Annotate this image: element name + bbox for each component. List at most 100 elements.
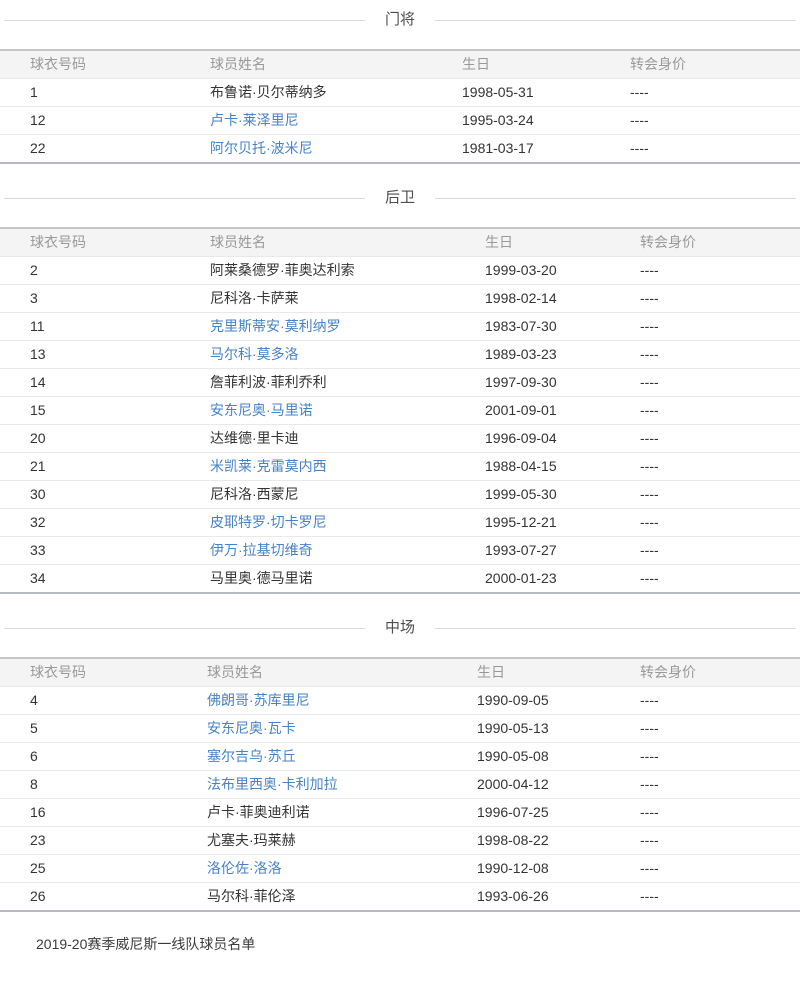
transfer-value-cell: ----	[630, 855, 800, 883]
transfer-value-cell: ----	[630, 715, 800, 743]
transfer-value-cell: ----	[620, 135, 800, 164]
transfer-value-cell: ----	[630, 743, 800, 771]
column-header-value: 转会身价	[630, 228, 800, 257]
transfer-value-cell: ----	[630, 285, 800, 313]
player-link[interactable]: 安东尼奥·马里诺	[210, 402, 313, 418]
player-link[interactable]: 米凯莱·克雷莫内西	[210, 458, 327, 474]
birthday-cell: 1995-03-24	[452, 107, 620, 135]
column-header-name: 球员姓名	[200, 228, 475, 257]
section-defenders: 后卫 球衣号码 球员姓名 生日 转会身价 2阿莱桑德罗·菲奥达利索1999-03…	[0, 190, 800, 594]
player-link[interactable]: 伊万·拉基切维奇	[210, 542, 313, 558]
birthday-cell: 1998-08-22	[467, 827, 630, 855]
player-row: 32皮耶特罗·切卡罗尼1995-12-21----	[0, 509, 800, 537]
player-name-cell: 詹菲利波·菲利乔利	[200, 369, 475, 397]
transfer-value-cell: ----	[630, 341, 800, 369]
section-title: 门将	[365, 12, 435, 28]
section-header: 后卫	[4, 190, 796, 206]
birthday-cell: 1990-05-13	[467, 715, 630, 743]
player-link[interactable]: 法布里西奥·卡利加拉	[207, 776, 338, 792]
jersey-number-cell: 3	[0, 285, 200, 313]
jersey-number-cell: 1	[0, 79, 200, 107]
player-link[interactable]: 卢卡·莱泽里尼	[210, 112, 299, 128]
transfer-value-cell: ----	[630, 257, 800, 285]
birthday-cell: 1998-02-14	[475, 285, 630, 313]
roster-table-midfielders: 球衣号码 球员姓名 生日 转会身价 4佛朗哥·苏库里尼1990-09-05---…	[0, 657, 800, 912]
player-link[interactable]: 阿尔贝托·波米尼	[210, 140, 313, 156]
roster-table-goalkeepers: 球衣号码 球员姓名 生日 转会身价 1布鲁诺·贝尔蒂纳多1998-05-31--…	[0, 49, 800, 164]
jersey-number-cell: 26	[0, 883, 197, 912]
transfer-value-cell: ----	[630, 883, 800, 912]
player-row: 2阿莱桑德罗·菲奥达利索1999-03-20----	[0, 257, 800, 285]
birthday-cell: 2000-04-12	[467, 771, 630, 799]
transfer-value-cell: ----	[630, 313, 800, 341]
birthday-cell: 1988-04-15	[475, 453, 630, 481]
player-name-cell: 阿尔贝托·波米尼	[200, 135, 452, 164]
column-header-name: 球员姓名	[197, 658, 467, 687]
section-header: 中场	[4, 620, 796, 636]
jersey-number-cell: 30	[0, 481, 200, 509]
transfer-value-cell: ----	[620, 107, 800, 135]
player-row: 20达维德·里卡迪1996-09-04----	[0, 425, 800, 453]
transfer-value-cell: ----	[630, 369, 800, 397]
player-row: 5 安东尼奥·瓦卡 1990-05-13----	[0, 715, 800, 743]
player-link[interactable]: 安东尼奥·瓦卡	[207, 720, 296, 736]
section-goalkeepers: 门将 球衣号码 球员姓名 生日 转会身价 1布鲁诺·贝尔蒂纳多1998-05-3…	[0, 12, 800, 164]
player-name-cell: 伊万·拉基切维奇	[200, 537, 475, 565]
jersey-number-cell: 15	[0, 397, 200, 425]
birthday-cell: 1993-07-27	[475, 537, 630, 565]
player-link[interactable]: 塞尔吉乌·苏丘	[207, 748, 296, 764]
player-row: 3尼科洛·卡萨莱1998-02-14----	[0, 285, 800, 313]
birthday-cell: 1990-05-08	[467, 743, 630, 771]
player-row: 26马尔科·菲伦泽1993-06-26----	[0, 883, 800, 912]
player-name-cell: 尤塞夫·玛莱赫	[197, 827, 467, 855]
roster-page: 门将 球衣号码 球员姓名 生日 转会身价 1布鲁诺·贝尔蒂纳多1998-05-3…	[0, 12, 800, 953]
column-header-jersey: 球衣号码	[0, 50, 200, 79]
jersey-number-cell: 20	[0, 425, 200, 453]
player-row: 21 米凯莱·克雷莫内西 1988-04-15----	[0, 453, 800, 481]
column-header-birthday: 生日	[475, 228, 630, 257]
player-link[interactable]: 佛朗哥·苏库里尼	[207, 692, 310, 708]
player-name-cell: 安东尼奥·马里诺	[200, 397, 475, 425]
divider-line	[435, 20, 796, 21]
birthday-cell: 1999-03-20	[475, 257, 630, 285]
birthday-cell: 1990-12-08	[467, 855, 630, 883]
player-link[interactable]: 克里斯蒂安·莫利纳罗	[210, 318, 341, 334]
birthday-cell: 1997-09-30	[475, 369, 630, 397]
jersey-number-cell: 25	[0, 855, 197, 883]
birthday-cell: 1999-05-30	[475, 481, 630, 509]
birthday-cell: 1998-05-31	[452, 79, 620, 107]
divider-line	[4, 628, 365, 629]
player-row: 25 洛伦佐·洛洛 1990-12-08----	[0, 855, 800, 883]
page-caption: 2019-20赛季威尼斯一线队球员名单	[0, 935, 800, 953]
player-row: 22阿尔贝托·波米尼1981-03-17----	[0, 135, 800, 164]
divider-line	[4, 20, 365, 21]
player-link[interactable]: 马尔科·莫多洛	[210, 346, 299, 362]
player-row: 1布鲁诺·贝尔蒂纳多1998-05-31----	[0, 79, 800, 107]
jersey-number-cell: 5	[0, 715, 197, 743]
birthday-cell: 1996-07-25	[467, 799, 630, 827]
player-name-cell: 尼科洛·卡萨莱	[200, 285, 475, 313]
birthday-cell: 1996-09-04	[475, 425, 630, 453]
player-row: 30尼科洛·西蒙尼1999-05-30----	[0, 481, 800, 509]
divider-line	[435, 628, 796, 629]
player-name-cell: 卢卡·莱泽里尼	[200, 107, 452, 135]
jersey-number-cell: 21	[0, 453, 200, 481]
transfer-value-cell: ----	[630, 453, 800, 481]
header-row: 球衣号码 球员姓名 生日 转会身价	[0, 658, 800, 687]
column-header-birthday: 生日	[467, 658, 630, 687]
jersey-number-cell: 11	[0, 313, 200, 341]
player-row: 33伊万·拉基切维奇1993-07-27----	[0, 537, 800, 565]
jersey-number-cell: 4	[0, 687, 197, 715]
player-name-cell: 米凯莱·克雷莫内西	[200, 453, 475, 481]
player-row: 12卢卡·莱泽里尼1995-03-24----	[0, 107, 800, 135]
player-name-cell: 克里斯蒂安·莫利纳罗	[200, 313, 475, 341]
section-midfielders: 中场 球衣号码 球员姓名 生日 转会身价 4佛朗哥·苏库里尼1990-09-05…	[0, 620, 800, 912]
player-row: 8法布里西奥·卡利加拉2000-04-12----	[0, 771, 800, 799]
player-link[interactable]: 洛伦佐·洛洛	[207, 860, 282, 876]
player-name-cell: 阿莱桑德罗·菲奥达利索	[200, 257, 475, 285]
player-link[interactable]: 皮耶特罗·切卡罗尼	[210, 514, 327, 530]
birthday-cell: 2000-01-23	[475, 565, 630, 594]
column-header-value: 转会身价	[620, 50, 800, 79]
birthday-cell: 1989-03-23	[475, 341, 630, 369]
jersey-number-cell: 2	[0, 257, 200, 285]
